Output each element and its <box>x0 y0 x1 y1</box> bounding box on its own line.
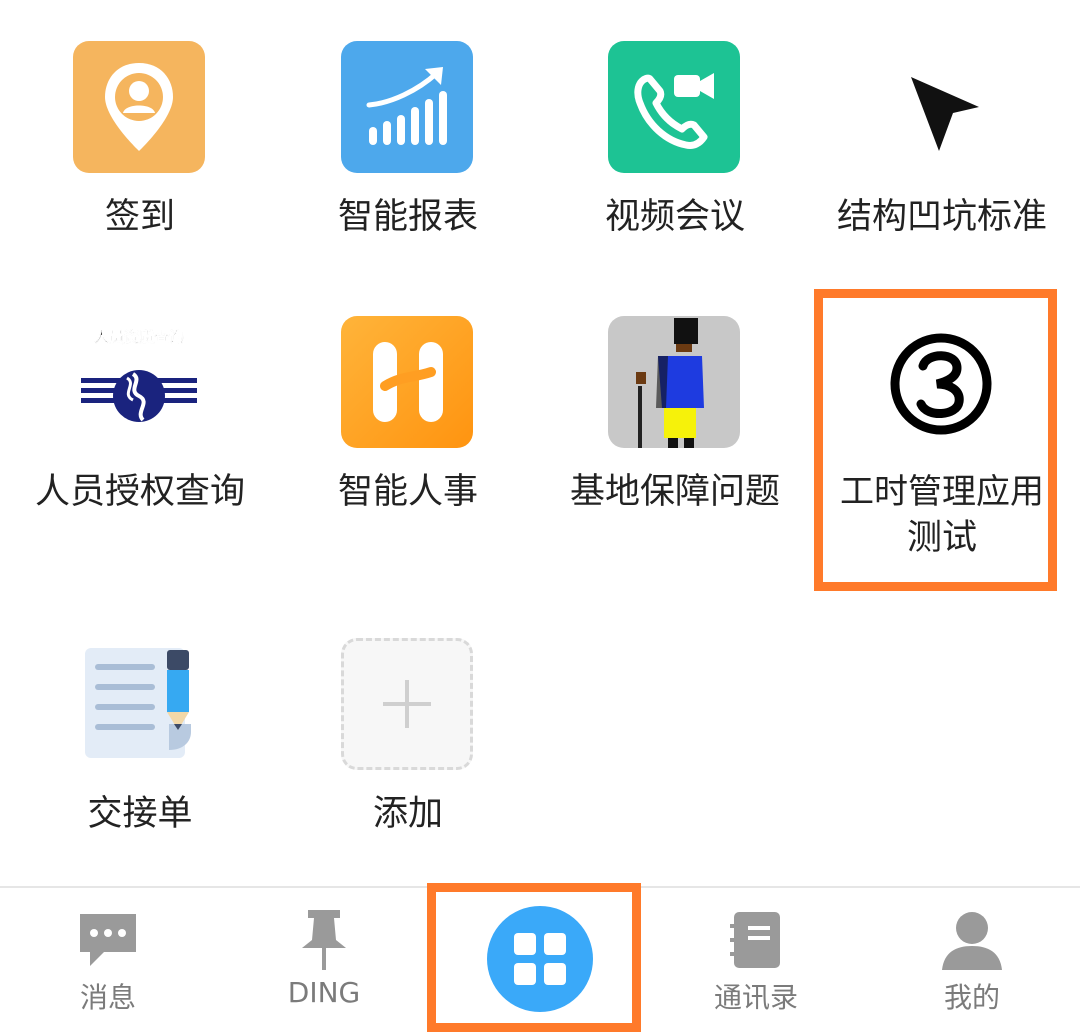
app-work-hours-test[interactable]: 工时管理应用 测试 <box>808 316 1076 566</box>
tab-label: 通讯录 <box>713 981 798 1014</box>
pin-icon <box>292 908 356 972</box>
logo-text: 人员资质查询 <box>93 328 185 347</box>
tab-messages[interactable]: 消息 <box>0 888 216 1034</box>
app-handover-form[interactable]: 交接单 <box>6 638 274 838</box>
bottom-tab-bar: 消息 DING 通讯录 我的 <box>0 886 1080 1034</box>
app-smart-hr[interactable]: 智能人事 <box>274 316 542 516</box>
app-label: 智能人事 <box>337 472 478 512</box>
app-label: 视频会议 <box>604 197 745 237</box>
chat-bubble-icon <box>76 908 140 972</box>
app-personnel-auth-query[interactable]: 人员资质查询 人员授权查询 <box>6 316 274 516</box>
app-label: 结构凹坑标准 <box>836 197 1047 237</box>
guard-figure-icon <box>608 316 740 448</box>
person-icon <box>940 908 1004 972</box>
app-checkin[interactable]: 签到 <box>6 41 274 241</box>
tab-label: 我的 <box>943 981 1000 1014</box>
circled-3-icon <box>875 316 1007 448</box>
tab-workbench[interactable] <box>432 888 648 1034</box>
app-label: 签到 <box>104 197 175 237</box>
bar-chart-trend-icon <box>341 41 473 173</box>
app-smart-report[interactable]: 智能报表 <box>274 41 542 241</box>
tab-label: DING <box>287 976 361 1009</box>
app-video-meeting[interactable]: 视频会议 <box>541 41 809 241</box>
add-icon <box>341 638 473 770</box>
app-label: 基地保障问题 <box>569 472 780 512</box>
cursor-arrow-icon <box>875 41 1007 173</box>
app-structure-dent-standard[interactable]: 结构凹坑标准 <box>808 41 1076 241</box>
app-label-line1: 工时管理应用 <box>840 472 1044 512</box>
apps-grid-icon <box>487 906 593 1012</box>
tab-contacts[interactable]: 通讯录 <box>648 888 864 1034</box>
tab-me[interactable]: 我的 <box>864 888 1080 1034</box>
contacts-book-icon <box>724 908 788 972</box>
tab-ding[interactable]: DING <box>216 888 432 1034</box>
app-label: 添加 <box>372 794 443 834</box>
video-call-icon <box>608 41 740 173</box>
app-label: 交接单 <box>87 794 193 834</box>
document-pencil-icon <box>73 638 205 770</box>
app-base-support-issues[interactable]: 基地保障问题 <box>541 316 809 516</box>
h-logo-icon <box>341 316 473 448</box>
app-label: 智能报表 <box>337 197 478 237</box>
app-label-line2: 测试 <box>906 518 977 558</box>
app-label: 人员授权查询 <box>34 472 245 512</box>
tab-label: 消息 <box>79 981 136 1014</box>
location-person-icon <box>73 41 205 173</box>
app-add-button[interactable]: 添加 <box>274 638 542 838</box>
personnel-logo-icon: 人员资质查询 <box>73 316 205 448</box>
